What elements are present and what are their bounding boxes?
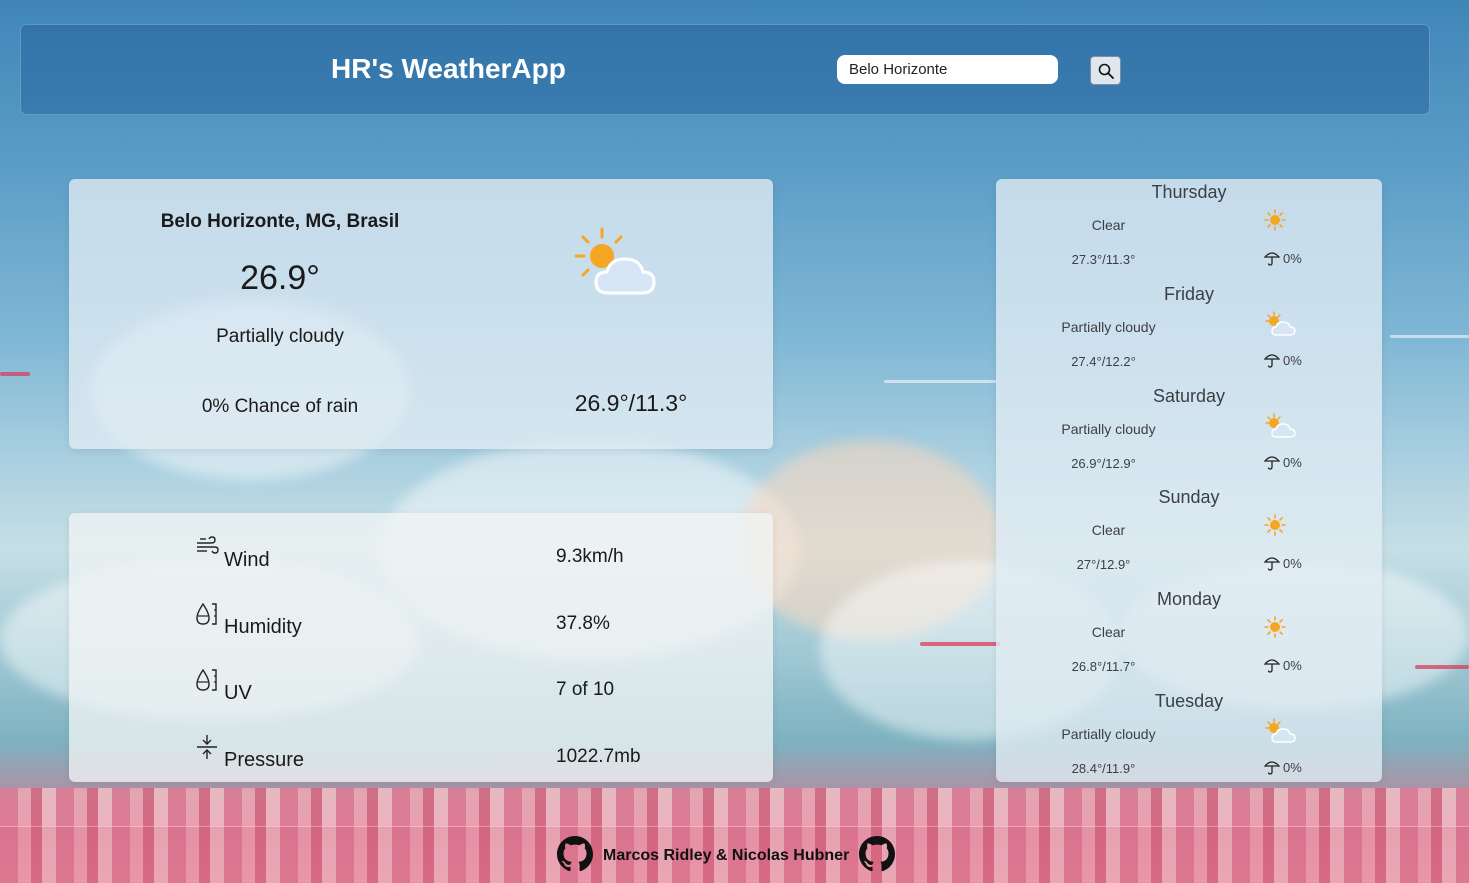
forecast-rain: 0% (1264, 657, 1302, 673)
wind-icon (197, 536, 219, 554)
weather-details-card: Wind 9.3km/h Humidity 37.8% UV 7 of 10 P… (69, 513, 773, 782)
umbrella-icon (1264, 659, 1280, 673)
credits: Marcos Ridley & Nicolas Hubner (603, 847, 850, 864)
forecast-condition: Partially cloudy (1061, 726, 1156, 742)
detail-label: Humidity (224, 616, 302, 638)
forecast-condition: Clear (1091, 217, 1126, 233)
search-icon (1098, 63, 1114, 79)
sun-icon (1264, 209, 1286, 231)
rain-chance: 0% Chance of rain (201, 396, 359, 417)
current-weather-card: Belo Horizonte, MG, Brasil 26.9° Partial… (69, 179, 773, 449)
current-condition: Partially cloudy (216, 326, 344, 347)
forecast-day: Saturday Partially cloudy 26.9°/12.9° 0% (996, 383, 1382, 485)
forecast-day-name: Friday (1163, 284, 1214, 304)
search-input[interactable] (837, 55, 1058, 84)
forecast-temperature: 26.8°/11.7° (1071, 659, 1136, 674)
umbrella-icon (1264, 557, 1280, 571)
forecast-panel: Thursday Clear 27.3°/11.3° 0% Friday Par… (996, 179, 1382, 782)
uv-icon (196, 668, 217, 691)
forecast-rain-value: 0% (1283, 556, 1302, 571)
forecast-rain-value: 0% (1283, 455, 1302, 470)
github-icon[interactable] (859, 836, 895, 872)
forecast-rain-value: 0% (1283, 760, 1302, 775)
current-temperature: 26.9° (240, 259, 320, 297)
app-title: HR's WeatherApp (331, 53, 566, 84)
sun-icon (1264, 514, 1286, 536)
pressure-icon (197, 735, 217, 759)
min-max-temperature: 26.9°/11.3° (574, 390, 688, 416)
forecast-temperature: 27.4°/12.2° (1071, 354, 1136, 369)
umbrella-icon (1264, 354, 1280, 368)
humidity-icon (196, 602, 217, 625)
detail-value: 9.3km/h (556, 546, 624, 567)
detail-row-wind: Wind 9.3km/h (69, 535, 773, 575)
forecast-rain: 0% (1264, 250, 1302, 266)
detail-label: Wind (224, 549, 270, 571)
forecast-rain-value: 0% (1283, 251, 1302, 266)
partly-cloudy-icon (574, 227, 656, 295)
detail-value: 1022.7mb (556, 746, 641, 767)
detail-row-pressure: Pressure 1022.7mb (69, 735, 773, 775)
forecast-rain-value: 0% (1283, 658, 1302, 673)
forecast-day-name: Monday (1156, 589, 1222, 609)
forecast-temperature: 27.3°/11.3° (1071, 252, 1136, 267)
umbrella-icon (1264, 761, 1280, 775)
forecast-day-name: Thursday (1151, 182, 1227, 202)
search-button[interactable] (1090, 56, 1121, 85)
umbrella-icon (1264, 252, 1280, 266)
github-icon[interactable] (557, 836, 593, 872)
detail-value: 37.8% (556, 613, 610, 634)
forecast-day: Monday Clear 26.8°/11.7° 0% (996, 586, 1382, 688)
forecast-temperature: 28.4°/11.9° (1071, 761, 1136, 776)
app-header: HR's WeatherApp (20, 24, 1430, 115)
forecast-rain: 0% (1264, 352, 1302, 368)
forecast-condition: Clear (1091, 522, 1126, 538)
forecast-day: Friday Partially cloudy 27.4°/12.2° 0% (996, 281, 1382, 383)
forecast-day-name: Saturday (1152, 386, 1226, 406)
partly-cloudy-icon (1265, 718, 1296, 743)
forecast-rain: 0% (1264, 454, 1302, 470)
forecast-day-name: Tuesday (1154, 691, 1224, 711)
forecast-rain: 0% (1264, 555, 1302, 571)
detail-label: UV (224, 682, 252, 704)
forecast-day: Tuesday Partially cloudy 28.4°/11.9° 0% (996, 688, 1382, 790)
location-name: Belo Horizonte, MG, Brasil (160, 211, 400, 232)
partly-cloudy-icon (1265, 413, 1296, 438)
forecast-condition: Partially cloudy (1061, 421, 1156, 437)
umbrella-icon (1264, 456, 1280, 470)
forecast-day-name: Sunday (1158, 487, 1220, 507)
detail-row-uv: UV 7 of 10 (69, 668, 773, 708)
detail-row-humidity: Humidity 37.8% (69, 602, 773, 642)
forecast-day: Thursday Clear 27.3°/11.3° 0% (996, 179, 1382, 281)
forecast-temperature: 27°/12.9° (1076, 557, 1131, 572)
detail-value: 7 of 10 (556, 679, 615, 700)
forecast-temperature: 26.9°/12.9° (1071, 456, 1136, 471)
partly-cloudy-icon (1265, 311, 1296, 336)
forecast-rain: 0% (1264, 759, 1302, 775)
forecast-condition: Clear (1091, 624, 1126, 640)
forecast-rain-value: 0% (1283, 353, 1302, 368)
forecast-condition: Partially cloudy (1061, 319, 1156, 335)
footer: Marcos Ridley & Nicolas Hubner (0, 826, 1469, 883)
sun-icon (1264, 616, 1286, 638)
forecast-day: Sunday Clear 27°/12.9° 0% (996, 484, 1382, 586)
detail-label: Pressure (224, 749, 305, 771)
